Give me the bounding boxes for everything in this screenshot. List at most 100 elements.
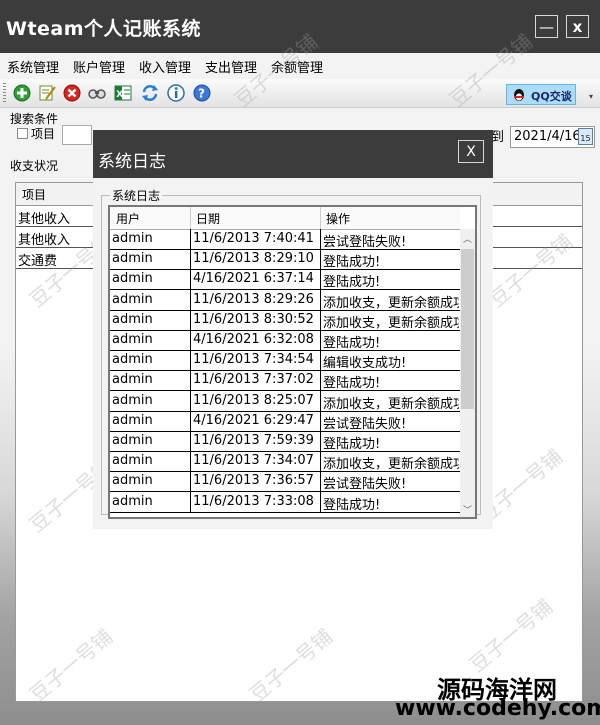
log-cell-operation: 尝试登陆失败! — [323, 477, 407, 493]
log-row[interactable]: admin 4/16/2021 6:29:47 PM 尝试登陆失败! — [110, 410, 460, 432]
edit-icon[interactable] — [37, 83, 57, 103]
table-cell-item: 其他收入 — [18, 233, 71, 248]
cell-divider — [190, 491, 191, 512]
log-cell-user: admin — [112, 453, 153, 469]
column-divider[interactable] — [320, 207, 321, 229]
cell-divider — [190, 249, 191, 270]
log-cell-operation: 添加收支，更新余额成功 — [323, 396, 459, 412]
menu-balance[interactable]: 余额管理 — [271, 57, 323, 76]
log-row[interactable]: admin 11/6/2013 7:34:54 PM 编辑收支成功! — [110, 350, 460, 372]
cell-divider — [190, 451, 191, 472]
toolbar-overflow-icon[interactable]: ▾ — [589, 92, 593, 101]
dialog-title: 系统日志 — [98, 152, 166, 172]
log-cell-date: 4/16/2021 6:32:08 PM — [193, 332, 318, 347]
column-header-item[interactable]: 项目 — [22, 186, 46, 203]
delete-icon[interactable] — [62, 83, 82, 103]
column-header-user[interactable]: 用户 — [116, 210, 140, 227]
log-row[interactable]: admin 11/6/2013 8:29:10 PM 登陆成功! — [110, 249, 460, 271]
cell-divider — [320, 269, 321, 290]
cell-divider — [190, 350, 191, 371]
log-row[interactable]: admin 11/6/2013 7:34:07 PM 添加收支，更新余额成功 — [110, 451, 460, 473]
svg-text:?: ? — [198, 87, 205, 101]
log-cell-date: 4/16/2021 6:29:47 PM — [193, 412, 318, 428]
menu-income[interactable]: 收入管理 — [139, 57, 191, 76]
log-row[interactable]: admin 11/6/2013 7:33:08 PM 登陆成功! — [110, 491, 460, 513]
log-row[interactable]: admin 11/6/2013 8:30:52 PM 添加收支，更新余额成功 — [110, 309, 460, 331]
log-cell-operation: 添加收支，更新余额成功 — [323, 315, 459, 331]
log-cell-operation: 登陆成功! — [323, 336, 381, 351]
log-row[interactable]: admin 11/6/2013 7:36:57 PM 尝试登陆失败! — [110, 471, 460, 493]
menu-bar: 系统管理 账户管理 收入管理 支出管理 余额管理 — [0, 53, 600, 77]
item-checkbox[interactable] — [17, 128, 28, 139]
log-scrollbar[interactable]: ︿ ﹀ — [460, 229, 475, 517]
cell-divider — [320, 330, 321, 350]
log-cell-user: admin — [112, 352, 153, 368]
log-cell-user: admin — [112, 372, 153, 388]
log-cell-date: 11/6/2013 7:36:57 PM — [193, 473, 318, 489]
log-cell-date: 11/6/2013 8:29:26 PM — [193, 291, 318, 307]
log-cell-operation: 尝试登陆失败! — [323, 416, 407, 432]
menu-system[interactable]: 系统管理 — [7, 57, 59, 76]
log-row[interactable]: admin 11/6/2013 7:59:39 PM 登陆成功! — [110, 431, 460, 452]
column-header-operation[interactable]: 操作 — [326, 210, 350, 227]
log-cell-user: admin — [112, 433, 153, 448]
cell-divider — [190, 370, 191, 391]
log-cell-date: 4/16/2021 6:37:14 PM — [193, 271, 318, 287]
minimize-button[interactable]: — — [535, 15, 558, 38]
column-divider[interactable] — [190, 207, 191, 229]
log-table-header: 用户 日期 操作 — [110, 207, 460, 230]
cell-divider — [320, 410, 321, 431]
cell-divider — [190, 410, 191, 431]
table-cell-item: 其他收入 — [18, 212, 71, 227]
log-row[interactable]: admin 4/16/2021 6:37:14 PM 登陆成功! — [110, 269, 460, 291]
log-row[interactable]: admin 11/6/2013 8:29:26 PM 添加收支，更新余额成功 — [110, 289, 460, 311]
dialog-body: 系统日志 用户 日期 操作 admin 11/6/2013 7:40:41 PM 尝… — [93, 178, 493, 529]
log-cell-operation: 添加收支，更新余额成功 — [323, 295, 459, 311]
cell-divider — [320, 309, 321, 330]
view-icon[interactable] — [87, 83, 107, 103]
toolbar-grip[interactable] — [3, 83, 6, 103]
close-button[interactable]: x — [566, 15, 589, 38]
log-row[interactable]: admin 4/16/2021 6:32:08 PM 登陆成功! — [110, 330, 460, 351]
log-row[interactable]: admin 11/6/2013 7:37:02 PM 登陆成功! — [110, 370, 460, 392]
cell-divider — [320, 390, 321, 411]
log-cell-date: 11/6/2013 7:34:54 PM — [193, 352, 318, 368]
help-icon[interactable]: ? — [192, 83, 212, 103]
log-cell-operation: 尝试登陆失败! — [323, 235, 407, 250]
table-cell-item: 交通费 — [18, 254, 58, 269]
log-cell-date: 11/6/2013 8:25:07 PM — [193, 392, 318, 408]
calendar-icon[interactable]: 15 — [578, 128, 593, 145]
main-window: Wteam个人记账系统 — x 系统管理 账户管理 收入管理 支出管理 余额管理 — [0, 0, 600, 725]
log-row[interactable]: admin 11/6/2013 8:25:07 PM 添加收支，更新余额成功 — [110, 390, 460, 412]
income-panel-label: 收支状况 — [10, 159, 59, 173]
qq-chat-label: QQ交谈 — [531, 90, 572, 103]
menu-account[interactable]: 账户管理 — [73, 57, 125, 76]
title-bar[interactable]: Wteam个人记账系统 — x — [0, 0, 600, 53]
qq-chat-button[interactable]: QQ交谈 — [506, 84, 576, 105]
log-cell-user: admin — [112, 473, 153, 489]
cell-divider — [320, 471, 321, 492]
log-row[interactable]: admin 11/6/2013 7:40:41 PM 尝试登陆失败! — [110, 229, 460, 250]
log-cell-user: admin — [112, 311, 153, 327]
scroll-up-icon[interactable]: ︿ — [463, 232, 472, 245]
log-cell-operation: 登陆成功! — [323, 376, 381, 392]
cell-divider — [320, 350, 321, 371]
log-cell-user: admin — [112, 493, 153, 509]
add-icon[interactable] — [12, 83, 32, 103]
menu-expense[interactable]: 支出管理 — [205, 57, 257, 76]
item-filter-input[interactable] — [62, 125, 92, 145]
info-icon[interactable] — [166, 83, 186, 103]
column-header-date[interactable]: 日期 — [196, 210, 220, 227]
dialog-close-button[interactable]: X — [458, 140, 484, 163]
cell-divider — [190, 229, 191, 249]
item-filter-label: 项目 — [31, 127, 56, 141]
scroll-down-icon[interactable]: ﹀ — [463, 503, 472, 516]
scroll-thumb[interactable] — [461, 249, 474, 409]
cell-divider — [320, 451, 321, 472]
excel-icon[interactable]: X — [113, 83, 133, 103]
refresh-icon[interactable] — [140, 83, 160, 103]
cell-divider — [320, 289, 321, 310]
log-cell-operation: 添加收支，更新余额成功 — [323, 457, 459, 473]
log-table[interactable]: 用户 日期 操作 admin 11/6/2013 7:40:41 PM 尝试登陆失败… — [108, 205, 477, 519]
log-cell-user: admin — [112, 291, 153, 307]
